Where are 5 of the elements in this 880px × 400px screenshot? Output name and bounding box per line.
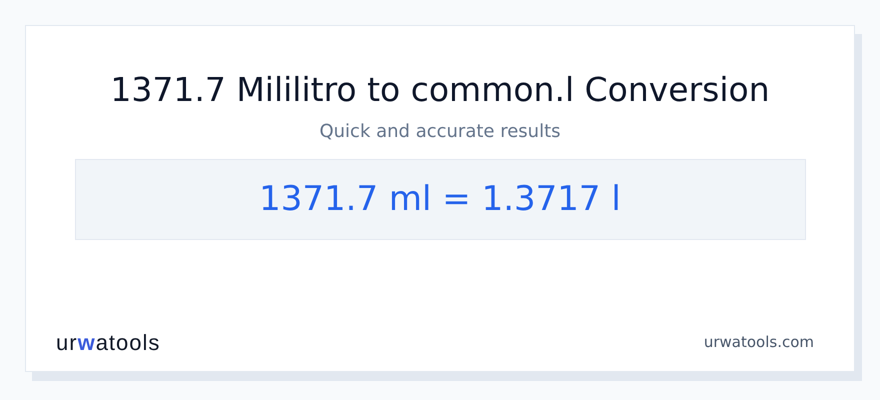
logo: urwatools: [56, 329, 160, 357]
subtitle: Quick and accurate results: [319, 121, 561, 143]
conversion-title: 1371.7 Mililitro to common.l Conversion: [110, 70, 770, 110]
conversion-result: 1371.7 ml = 1.3717 l: [259, 178, 621, 221]
site-link[interactable]: urwatools.com: [704, 330, 814, 353]
